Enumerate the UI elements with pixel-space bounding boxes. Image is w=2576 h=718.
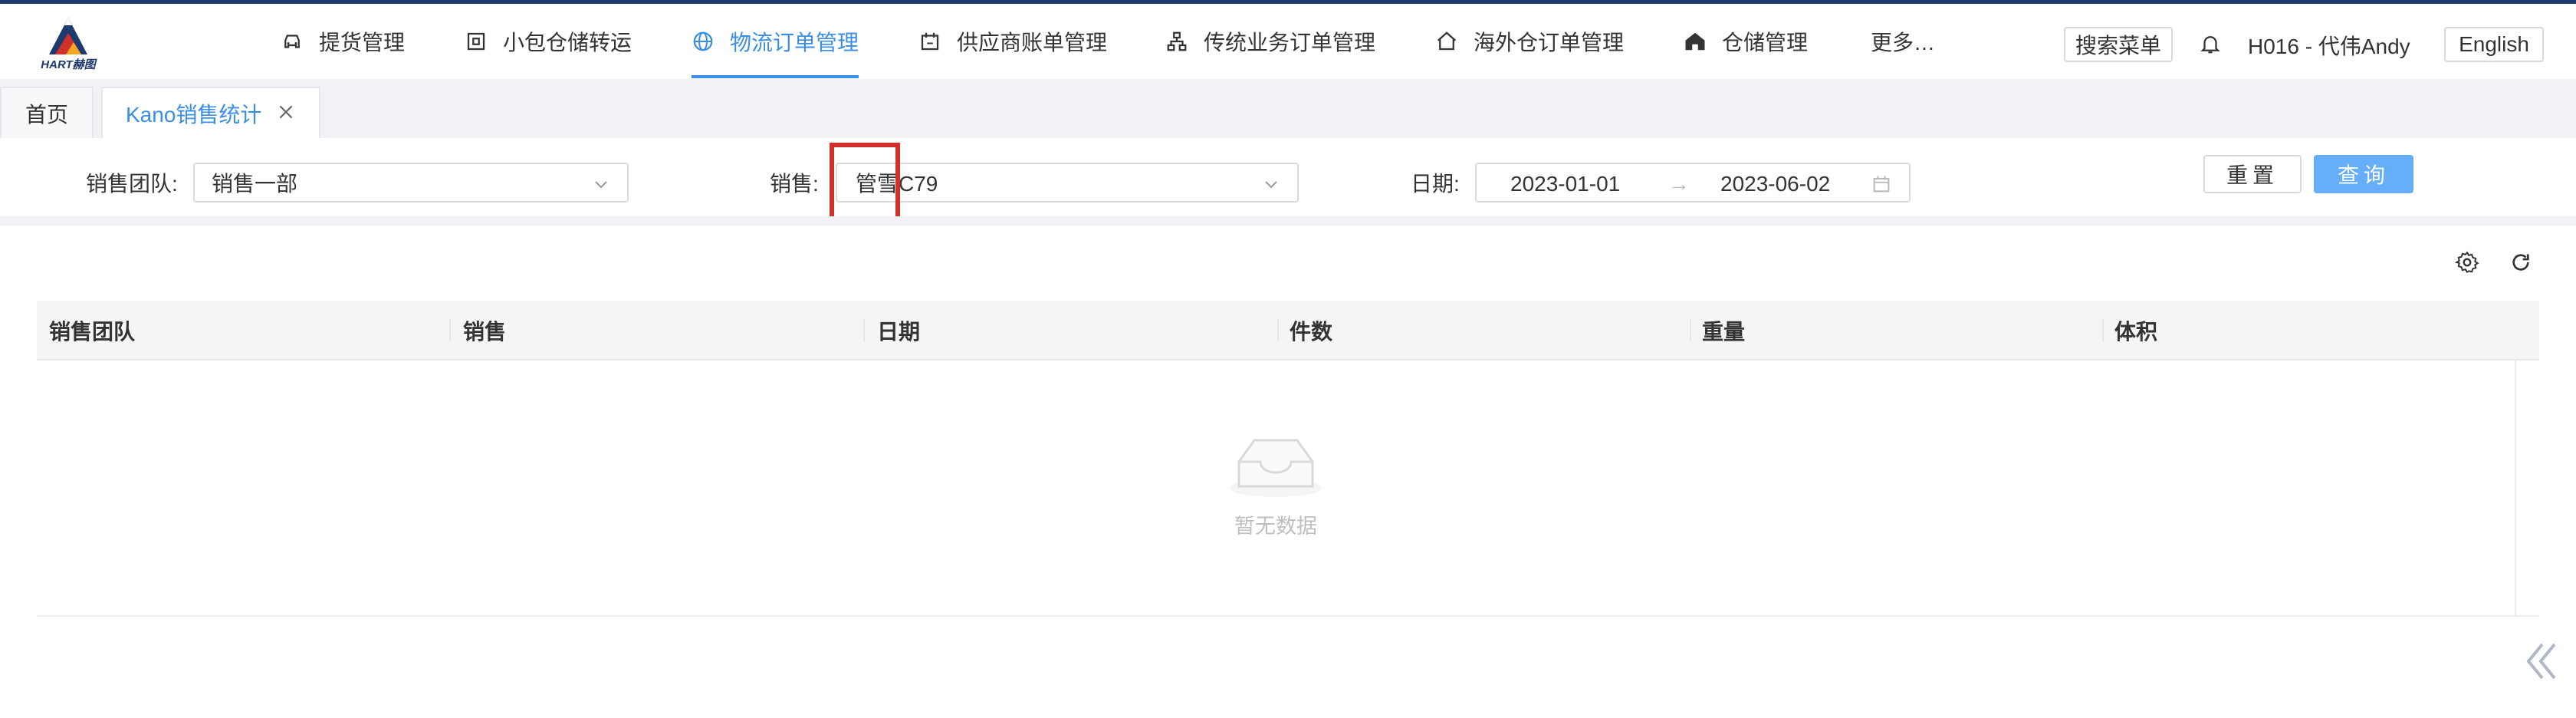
nav-item-traditional-orders[interactable]: 传统业务订单管理	[1165, 4, 1375, 79]
sales-select[interactable]: 管雪C79	[836, 163, 1299, 203]
column-header-sales[interactable]: 销售	[451, 301, 863, 361]
query-button[interactable]: 查询	[2314, 155, 2413, 193]
package-icon	[467, 32, 485, 51]
column-header-volume[interactable]: 体积	[2102, 301, 2515, 361]
nav-item-label: 供应商账单管理	[957, 31, 1108, 54]
user-name[interactable]: H016 - 代伟Andy	[2248, 30, 2410, 61]
nav-item-more[interactable]: 更多…	[1871, 4, 1935, 79]
tab-kano-sales-stats[interactable]: Kano销售统计	[101, 87, 320, 138]
car-icon	[284, 35, 300, 48]
chevron-down-icon	[595, 181, 607, 189]
filter-bar: 销售团队: 销售一部 销售: 管雪C79 日期: 2023-01-01 → 20…	[0, 138, 2576, 216]
nav-item-pickup[interactable]: 提货管理	[281, 4, 405, 79]
nav-item-overseas-warehouse-orders[interactable]: 海外仓订单管理	[1435, 4, 1624, 79]
reset-button[interactable]: 重置	[2203, 155, 2302, 193]
team-filter-label: 销售团队:	[86, 172, 178, 196]
double-chevron-left-icon[interactable]	[2522, 638, 2561, 684]
column-header-pieces[interactable]: 件数	[1277, 301, 1690, 361]
warehouse-icon	[1685, 32, 1705, 51]
team-select[interactable]: 销售一部	[193, 163, 629, 203]
column-header-weight[interactable]: 重量	[1690, 301, 2102, 361]
company-logo[interactable]: HART赫图	[34, 16, 103, 74]
nav-item-label: 更多…	[1871, 31, 1936, 54]
globe-icon	[693, 31, 713, 51]
nav-item-label: 传统业务订单管理	[1204, 31, 1376, 54]
sales-filter-label: 销售:	[770, 172, 819, 196]
highlight-annotation-box	[830, 143, 900, 222]
tab-strip: 首页 Kano销售统计	[0, 79, 2576, 138]
section-divider	[0, 216, 2576, 226]
home-icon	[1438, 31, 1456, 51]
bell-icon[interactable]	[2199, 31, 2222, 56]
tab-label: Kano销售统计	[126, 102, 262, 127]
nav-item-parcel-transfer[interactable]: 小包仓储转运	[465, 4, 632, 79]
invoice-icon	[921, 32, 939, 51]
date-start-value[interactable]: 2023-01-01	[1510, 172, 1620, 196]
table-bottom-border	[37, 615, 2539, 617]
nav-item-supplier-bills[interactable]: 供应商账单管理	[918, 4, 1107, 79]
nav-item-label: 海外仓订单管理	[1474, 31, 1625, 54]
date-filter-label: 日期:	[1411, 172, 1460, 196]
logo-mark-icon	[49, 18, 87, 54]
date-end-value[interactable]: 2023-06-02	[1720, 172, 1830, 196]
empty-state-text: 暂无数据	[1234, 515, 1317, 538]
search-menu-button[interactable]: 搜索菜单	[2064, 27, 2173, 62]
language-button[interactable]: English	[2444, 27, 2544, 62]
nav-item-label: 小包仓储转运	[503, 31, 632, 54]
date-range-picker[interactable]: 2023-01-01 → 2023-06-02	[1475, 163, 1911, 203]
nav-item-label: 物流订单管理	[730, 31, 859, 54]
settings-gear-icon[interactable]	[2455, 250, 2479, 275]
logo-text: HART赫图	[41, 58, 96, 71]
top-navbar: HART赫图 提货管理 小包仓储转运 物流订单管理 供应商账单管理 传统业务订单…	[0, 0, 2576, 79]
column-header-date[interactable]: 日期	[865, 301, 1277, 361]
team-select-value: 销售一部	[212, 172, 298, 196]
date-range-arrow: →	[1668, 172, 1690, 196]
tab-home[interactable]: 首页	[0, 87, 94, 138]
table-header: 销售团队 销售 日期 件数 重量 体积	[37, 301, 2539, 361]
hierarchy-icon	[1167, 31, 1187, 51]
calendar-icon	[1873, 176, 1890, 193]
nav-item-label: 提货管理	[319, 31, 406, 54]
close-icon[interactable]	[276, 102, 296, 122]
table-scrollbar-track[interactable]	[2515, 361, 2516, 617]
nav-item-warehouse-management[interactable]: 仓储管理	[1684, 4, 1808, 79]
active-nav-indicator	[692, 75, 859, 78]
nav-item-logistics-orders[interactable]: 物流订单管理	[692, 4, 859, 79]
refresh-icon[interactable]	[2509, 250, 2533, 275]
chevron-down-icon	[1265, 181, 1277, 189]
empty-inbox-icon	[1230, 439, 1322, 497]
column-header-team[interactable]: 销售团队	[37, 301, 449, 361]
nav-item-label: 仓储管理	[1722, 31, 1809, 54]
